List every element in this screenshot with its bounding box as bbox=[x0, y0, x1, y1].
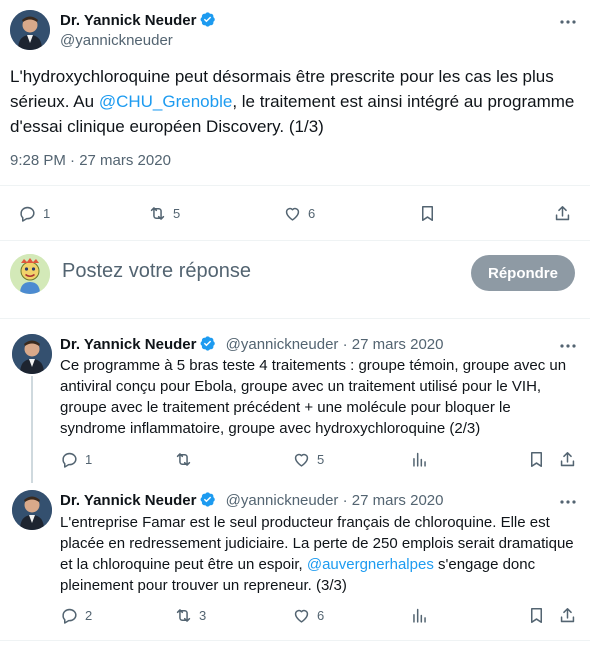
tweet-actions: 2 3 6 bbox=[60, 605, 580, 625]
share-button[interactable] bbox=[558, 606, 577, 625]
retweet-icon bbox=[176, 608, 191, 622]
share-icon bbox=[560, 607, 575, 622]
author-name[interactable]: Dr. Yannick Neuder bbox=[60, 492, 196, 509]
tweet-timestamp[interactable]: 9:28 PM · 27 mars 2020 bbox=[10, 152, 171, 169]
verified-badge-icon bbox=[200, 336, 216, 351]
like-icon bbox=[285, 207, 300, 221]
share-icon bbox=[555, 205, 570, 220]
reply-button[interactable]: 1 bbox=[60, 450, 92, 469]
reply-button[interactable]: 1 bbox=[18, 204, 50, 223]
mention-link[interactable]: @CHU_Grenoble bbox=[99, 92, 232, 111]
tweet-header: Dr. Yannick Neuder @yannickneuder · 27 m… bbox=[60, 335, 443, 353]
analytics-icon bbox=[413, 452, 426, 467]
tweet-actions: 1 5 bbox=[60, 449, 580, 469]
bookmark-icon bbox=[530, 451, 543, 467]
like-icon bbox=[294, 609, 309, 623]
share-button[interactable] bbox=[558, 450, 577, 469]
reply-count: 1 bbox=[85, 451, 93, 467]
reply-icon bbox=[62, 452, 77, 468]
bookmark-button[interactable] bbox=[418, 204, 437, 223]
author-handle[interactable]: @yannickneuder bbox=[226, 492, 339, 509]
verified-badge-icon bbox=[200, 12, 216, 27]
tweet-date[interactable]: · 27 mars 2020 bbox=[338, 336, 444, 353]
author-avatar[interactable] bbox=[10, 10, 50, 50]
retweet-button[interactable]: 3 bbox=[174, 606, 206, 625]
divider bbox=[0, 185, 590, 186]
bookmark-icon bbox=[530, 607, 543, 623]
like-count: 6 bbox=[317, 607, 325, 623]
like-icon bbox=[294, 453, 309, 467]
analytics-icon bbox=[413, 608, 426, 623]
retweet-count: 3 bbox=[199, 607, 207, 623]
bookmark-button[interactable] bbox=[527, 450, 546, 469]
author-name[interactable]: Dr. Yannick Neuder bbox=[60, 336, 196, 353]
tweet-date[interactable]: · 27 mars 2020 bbox=[338, 492, 444, 509]
share-icon bbox=[560, 451, 575, 466]
analytics-button[interactable] bbox=[410, 606, 429, 625]
retweet-count: 5 bbox=[173, 205, 181, 221]
author-avatar[interactable] bbox=[12, 490, 52, 530]
divider bbox=[0, 318, 590, 319]
author-avatar[interactable] bbox=[12, 334, 52, 374]
like-count: 6 bbox=[308, 205, 316, 221]
tweet-header: Dr. Yannick Neuder @yannickneuder · 27 m… bbox=[60, 491, 443, 509]
like-button[interactable]: 6 bbox=[283, 204, 315, 223]
like-count: 5 bbox=[317, 451, 325, 467]
bookmark-button[interactable] bbox=[527, 606, 546, 625]
reply-button[interactable]: 2 bbox=[60, 606, 92, 625]
retweet-button[interactable]: 5 bbox=[148, 204, 180, 223]
current-user-avatar[interactable] bbox=[10, 254, 50, 294]
verified-badge-icon bbox=[200, 492, 216, 507]
divider bbox=[0, 640, 590, 641]
like-button[interactable]: 6 bbox=[292, 606, 324, 625]
author-handle[interactable]: @yannickneuder bbox=[60, 32, 173, 49]
retweet-icon bbox=[150, 206, 165, 220]
tweet-text: L'entreprise Famar est le seul producteu… bbox=[60, 512, 580, 596]
reply-count: 2 bbox=[85, 607, 93, 623]
author-header: Dr. Yannick Neuder bbox=[60, 11, 216, 30]
like-button[interactable]: 5 bbox=[292, 450, 324, 469]
more-icon[interactable] bbox=[558, 12, 578, 32]
thread-connector bbox=[31, 376, 33, 483]
bookmark-icon bbox=[421, 205, 434, 221]
author-name[interactable]: Dr. Yannick Neuder bbox=[60, 12, 196, 29]
tweet-actions: 1 5 6 bbox=[18, 203, 574, 223]
reply-count: 1 bbox=[43, 205, 51, 221]
reply-icon bbox=[62, 608, 77, 624]
reply-input[interactable]: Postez votre réponse bbox=[62, 260, 251, 283]
mention-link[interactable]: @auvergnerhalpes bbox=[307, 556, 434, 573]
reply-icon bbox=[20, 206, 35, 222]
author-handle[interactable]: @yannickneuder bbox=[226, 336, 339, 353]
tweet-text: L'hydroxychloroquine peut désormais être… bbox=[10, 64, 580, 139]
retweet-button[interactable] bbox=[174, 450, 199, 469]
divider bbox=[0, 240, 590, 241]
more-icon[interactable] bbox=[558, 336, 578, 356]
share-button[interactable] bbox=[553, 204, 572, 223]
reply-submit-button[interactable]: Répondre bbox=[471, 255, 575, 291]
tweet-text: Ce programme à 5 bras teste 4 traitement… bbox=[60, 357, 567, 437]
analytics-button[interactable] bbox=[410, 450, 429, 469]
more-icon[interactable] bbox=[558, 492, 578, 512]
retweet-icon bbox=[176, 452, 191, 466]
